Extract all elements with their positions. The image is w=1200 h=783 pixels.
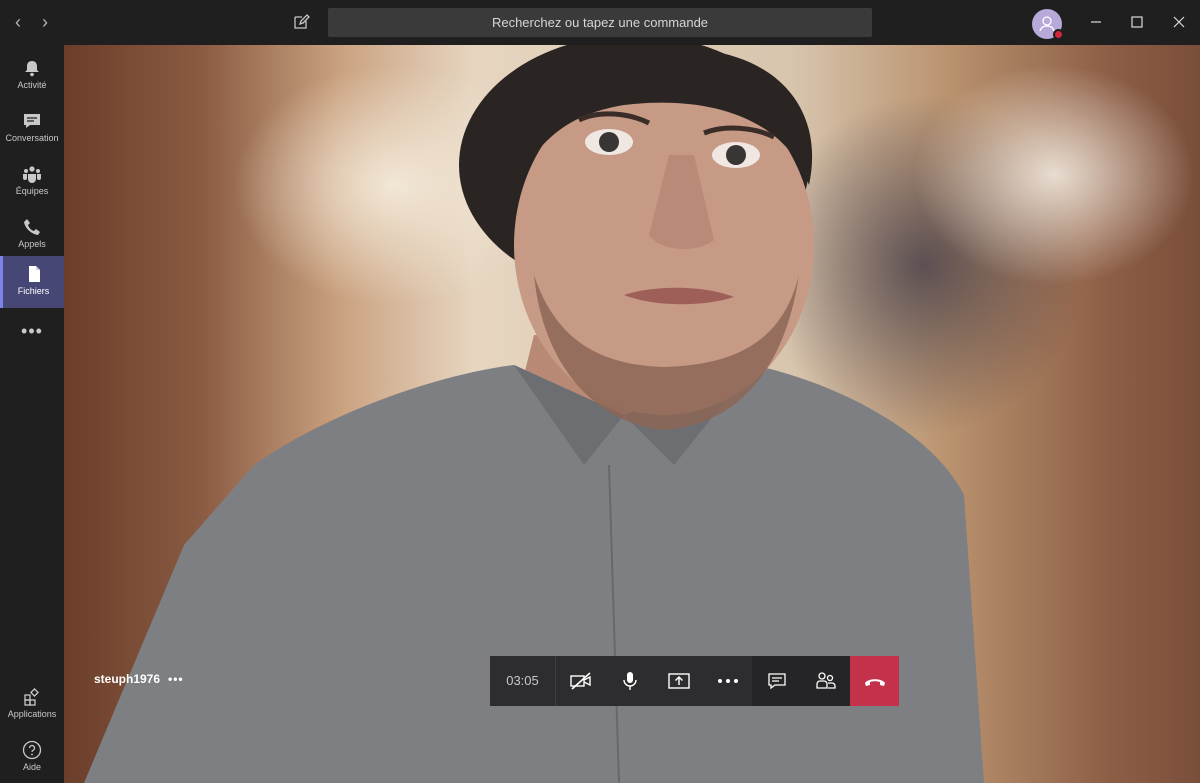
minimize-icon (1091, 21, 1101, 23)
search-input[interactable]: Recherchez ou tapez une commande (328, 8, 872, 37)
hang-up-icon (864, 679, 885, 686)
file-icon (28, 266, 40, 282)
compose-icon (294, 14, 310, 29)
microphone-icon (622, 672, 637, 690)
microphone-toggle-button[interactable] (605, 656, 654, 706)
app-bar: Activité Conversation Équipes Appels Fic… (0, 45, 64, 783)
participant-label: steuph1976 ••• (94, 672, 184, 686)
share-screen-icon (667, 673, 690, 689)
apps-icon (24, 688, 39, 706)
more-apps-button[interactable]: ••• (0, 321, 64, 342)
rail-item-activity[interactable]: Activité (0, 50, 64, 102)
call-timer: 03:05 (490, 656, 556, 706)
rail-item-teams[interactable]: Équipes (0, 156, 64, 208)
bell-icon (25, 61, 39, 77)
participant-name: steuph1976 (94, 672, 161, 686)
forward-button[interactable]: › (35, 12, 55, 32)
call-controls-main: 03:05 (490, 656, 752, 706)
presence-busy-badge (1053, 29, 1064, 40)
title-bar: ‹ › Recherchez ou tapez une commande (0, 0, 1200, 45)
call-controls-secondary (752, 656, 899, 706)
video-stage: steuph1976 ••• 03:05 (64, 45, 1200, 783)
rail-item-help[interactable]: Aide (0, 732, 64, 783)
maximize-button[interactable] (1124, 10, 1150, 34)
chat-icon (24, 114, 40, 128)
rail-item-applications[interactable]: Applications (0, 679, 64, 731)
participant-more-button[interactable]: ••• (168, 672, 184, 686)
camera-toggle-button[interactable] (556, 656, 605, 706)
rail-label-calls: Appels (18, 239, 46, 249)
maximize-icon (1131, 16, 1143, 28)
rail-label-activity: Activité (17, 80, 47, 90)
phone-icon (24, 219, 40, 235)
rail-label-help: Aide (22, 762, 41, 772)
close-icon (1173, 16, 1185, 28)
minimize-button[interactable] (1083, 10, 1109, 34)
teams-window: ‹ › Recherchez ou tapez une commande Act… (0, 0, 1200, 783)
close-button[interactable] (1166, 10, 1192, 34)
more-actions-button[interactable] (703, 656, 752, 706)
show-conversation-button[interactable] (752, 656, 801, 706)
rail-item-files[interactable]: Fichiers (0, 256, 64, 308)
more-icon (717, 679, 738, 683)
rail-item-conversation[interactable]: Conversation (0, 103, 64, 155)
share-screen-button[interactable] (654, 656, 703, 706)
rail-label-files: Fichiers (17, 286, 50, 296)
rail-item-calls[interactable]: Appels (0, 209, 64, 261)
rail-label-applications: Applications (7, 709, 57, 719)
avatar[interactable] (1032, 9, 1064, 40)
participants-icon (815, 672, 836, 689)
rail-label-teams: Équipes (15, 186, 49, 196)
chat-icon (767, 673, 786, 690)
call-controls: 03:05 (490, 656, 899, 706)
show-participants-button[interactable] (801, 656, 850, 706)
back-button[interactable]: ‹ (8, 12, 28, 32)
camera-off-icon (569, 672, 591, 690)
compose-button[interactable] (291, 12, 311, 32)
teams-icon (23, 166, 41, 183)
hang-up-button[interactable] (850, 656, 899, 706)
help-icon (22, 740, 42, 760)
rail-label-conversation: Conversation (5, 133, 59, 143)
